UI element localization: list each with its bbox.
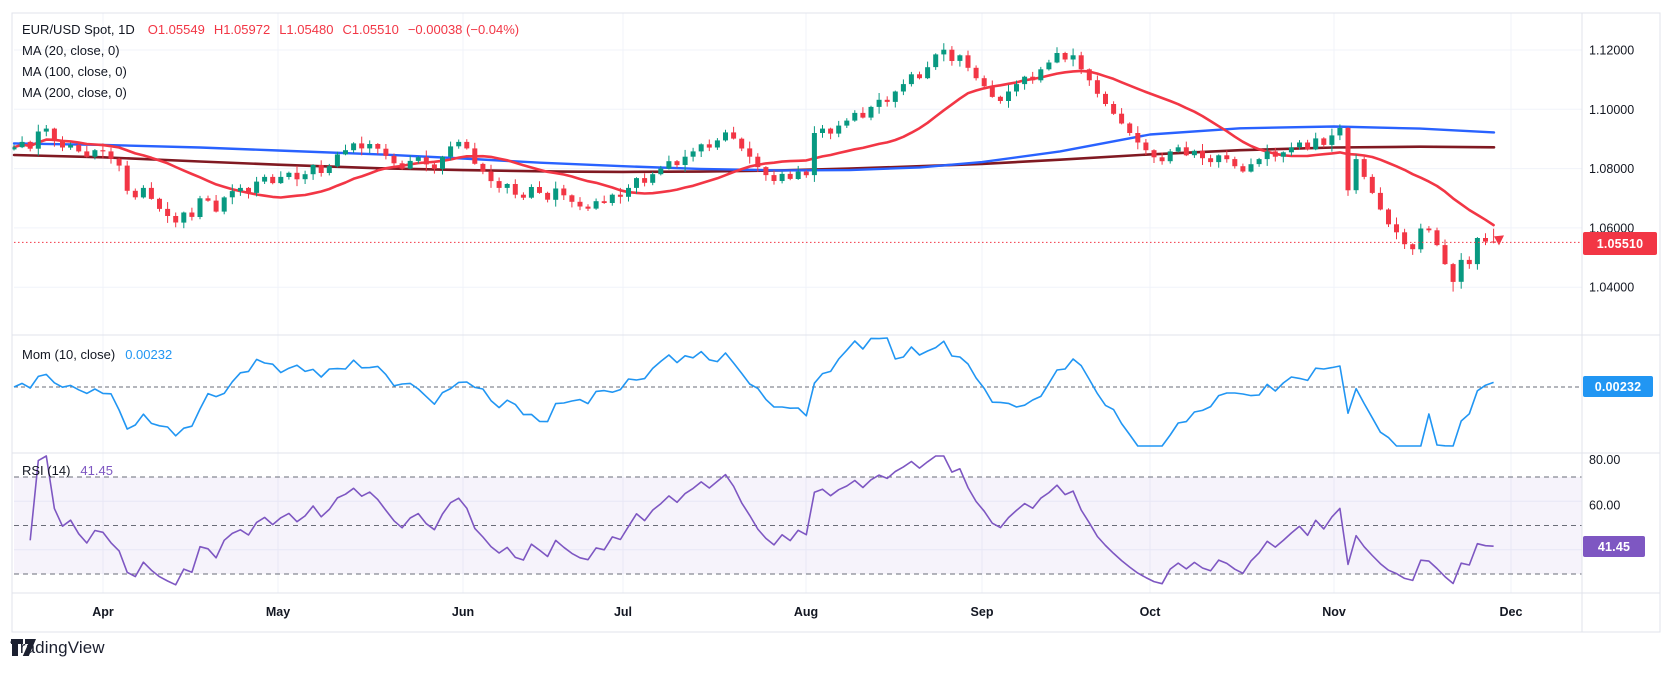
momentum-value: 0.00232	[125, 347, 173, 362]
momentum-legend[interactable]: Mom (10, close) 0.00232	[22, 344, 172, 365]
tradingview-chart-widget: 1.120001.100001.080001.060001.0400080.00…	[0, 0, 1674, 674]
rsi-label: RSI (14)	[22, 463, 71, 478]
last-price-badge: 1.05510	[1583, 232, 1657, 255]
ohlc-open: O1.05549	[147, 22, 205, 37]
ma100-legend-row[interactable]: MA (100, close, 0)	[22, 61, 519, 82]
ma100-label: MA (100, close, 0)	[22, 64, 127, 79]
symbol-title[interactable]: EUR/USD Spot, 1D	[22, 22, 135, 37]
ohlc-change: −0.00038 (−0.04%)	[407, 22, 520, 37]
tradingview-logo[interactable]: TradingView	[10, 638, 105, 658]
main-legend[interactable]: EUR/USD Spot, 1D O1.05549 H1.05972 L1.05480…	[22, 19, 519, 103]
ma20-legend-row[interactable]: MA (20, close, 0)	[22, 40, 519, 61]
ma200-label: MA (200, close, 0)	[22, 85, 127, 100]
momentum-value-badge: 0.00232	[1583, 376, 1653, 397]
ohlc-low: L1.05480	[279, 22, 334, 37]
rsi-pane[interactable]	[12, 453, 1582, 593]
ohlc-high: H1.05972	[213, 22, 271, 37]
time-axis[interactable]	[12, 593, 1660, 632]
ohlc-close: C1.05510	[342, 22, 399, 37]
rsi-value: 41.45	[80, 463, 113, 478]
momentum-pane[interactable]	[12, 335, 1582, 453]
ma20-label: MA (20, close, 0)	[22, 43, 120, 58]
tradingview-logo-icon	[11, 639, 36, 656]
price-axis[interactable]	[1582, 13, 1660, 593]
rsi-value-badge: 41.45	[1583, 536, 1645, 557]
rsi-legend[interactable]: RSI (14) 41.45	[22, 460, 113, 481]
symbol-legend-row[interactable]: EUR/USD Spot, 1D O1.05549 H1.05972 L1.05480…	[22, 19, 519, 40]
momentum-label: Mom (10, close)	[22, 347, 116, 362]
ma200-legend-row[interactable]: MA (200, close, 0)	[22, 82, 519, 103]
